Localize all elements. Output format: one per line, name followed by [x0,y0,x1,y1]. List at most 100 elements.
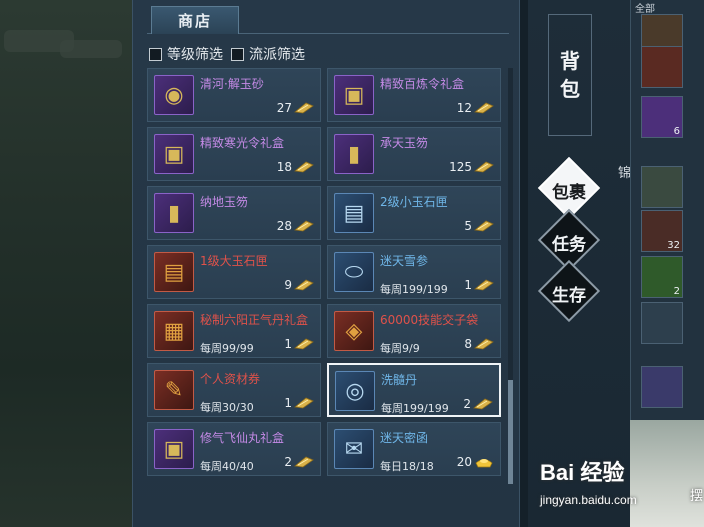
tab-package[interactable]: 包裹 [539,178,599,203]
gold-feather-icon [474,161,494,173]
shop-item[interactable]: ⬭ 迷天雪参 每周199/199 1 [327,245,501,299]
item-price: 28 [276,219,292,233]
jade-tablet-icon: ▮ [334,134,374,174]
item-price: 20 [456,455,472,469]
gold-feather-icon [474,220,494,232]
bag-title: 背 包 [548,14,592,136]
level-filter-label: 等级筛选 [167,47,223,63]
shop-item[interactable]: ◉ 清河·解玉砂 27 [147,68,321,122]
item-price: 9 [284,278,292,292]
item-name: 迷天密函 [380,431,429,445]
shop-item[interactable]: ▣ 精致百炼令礼盒 12 [327,68,501,122]
gift-box-glyph: ▣ [163,141,185,167]
jade-chest-glyph: ▤ [343,200,365,226]
item-purchase-limit: 每周9/9 [380,342,420,355]
item-name: 迷天雪参 [380,254,429,268]
inventory-slot[interactable] [641,366,683,408]
school-filter-checkbox[interactable]: 流派筛选 [231,44,305,64]
jade-chest-glyph: ▤ [163,259,185,285]
shop-item[interactable]: ◎ 洗髓丹 每周199/199 2 [327,363,501,417]
inventory-slot[interactable] [641,46,683,88]
item-price: 2 [284,455,292,469]
money-bag-icon: ◈ [334,311,374,351]
gift-box-glyph: ▣ [163,436,185,462]
item-name: 修气飞仙丸礼盒 [200,431,285,445]
shop-item[interactable]: ✉ 迷天密函 每日18/18 20 [327,422,501,476]
gold-feather-icon [294,102,314,114]
item-price: 8 [464,337,472,351]
gold-ingot-icon [475,459,493,468]
secret-letter-icon: ✉ [334,429,374,469]
jade-sand-icon: ◉ [154,75,194,115]
gift-box-icon: ▣ [334,75,374,115]
jade-tablet-glyph: ▮ [167,200,181,226]
panel-divider [520,0,528,527]
shop-item[interactable]: ▤ 2级小玉石匣 5 [327,186,501,240]
gold-feather-icon [473,398,493,410]
item-price: 1 [284,396,292,410]
item-purchase-limit: 每周199/199 [380,283,448,296]
shop-item[interactable]: ▦ 秘制六阳正气丹礼盒 每周99/99 1 [147,304,321,358]
inventory-slot[interactable] [641,302,683,344]
scrollbar-thumb[interactable] [508,380,513,484]
shop-scrollbar[interactable] [508,68,513,484]
watermark-logo: Bai 经验 [540,460,625,485]
checkbox-box[interactable] [231,47,244,61]
item-name: 1级大玉石匣 [200,254,268,268]
shop-item[interactable]: ▤ 1级大玉石匣 9 [147,245,321,299]
school-filter-label: 流派筛选 [249,47,305,63]
item-price: 27 [276,101,292,115]
gold-feather-icon [474,279,494,291]
money-bag-glyph: ◈ [345,318,363,344]
pill-box-glyph: ▦ [163,318,185,344]
slot-count: 6 [673,126,680,137]
tab-quest[interactable]: 任务 [539,230,599,255]
inventory-filter-all[interactable]: 全部 [635,0,655,15]
gold-feather-icon [294,220,314,232]
bag-title-char: 背 [560,49,580,73]
inventory-slot[interactable] [641,166,683,208]
gold-feather-icon [294,161,314,173]
item-price: 12 [456,101,472,115]
item-name: 个人资材券 [200,372,261,386]
gold-feather-icon [294,338,314,350]
item-name: 精致寒光令礼盒 [200,136,285,150]
item-purchase-limit: 每周99/99 [200,342,254,355]
shop-item-grid: ◉ 清河·解玉砂 27 ▣ 精致百炼令礼盒 12 ▣ 精致寒光令礼盒 18 ▮ 承天玉笏 125 ▮ 纳地… [147,68,505,484]
item-price: 125 [449,160,472,174]
inventory-slot[interactable]: 32 [641,210,683,252]
gold-feather-icon [294,279,314,291]
jade-tablet-glyph: ▮ [347,141,361,167]
shop-item[interactable]: ✎ 个人资材券 每周30/30 1 [147,363,321,417]
gold-feather-icon [294,456,314,468]
jade-tablet-icon: ▮ [154,193,194,233]
item-name: 洗髓丹 [381,373,418,387]
pill-orb-glyph: ◎ [345,378,365,404]
level-filter-checkbox[interactable]: 等级筛选 [149,44,223,64]
jade-sand-glyph: ◉ [164,82,184,108]
checkbox-box[interactable] [149,47,162,61]
item-name: 2级小玉石匣 [380,195,448,209]
item-price: 2 [463,397,471,411]
gift-box-icon: ▣ [154,429,194,469]
gold-feather-icon [474,338,494,350]
shop-item[interactable]: ▣ 精致寒光令礼盒 18 [147,127,321,181]
jade-chest-icon: ▤ [154,252,194,292]
inventory-slot[interactable]: 6 [641,96,683,138]
item-name: 承天玉笏 [380,136,429,150]
item-purchase-limit: 每周30/30 [200,401,254,414]
shop-item[interactable]: ▮ 承天玉笏 125 [327,127,501,181]
gift-box-glyph: ▣ [343,82,365,108]
item-price: 1 [284,337,292,351]
slot-count: 2 [673,286,680,297]
gift-box-icon: ▣ [154,134,194,174]
ginseng-jar-icon: ⬭ [334,252,374,292]
shop-item[interactable]: ◈ 60000技能交子袋 每周9/9 8 [327,304,501,358]
pill-box-icon: ▦ [154,311,194,351]
tab-shop[interactable]: 商店 [151,6,239,34]
shop-item[interactable]: ▣ 修气飞仙丸礼盒 每周40/40 2 [147,422,321,476]
inventory-slot[interactable]: 2 [641,256,683,298]
tab-survival[interactable]: 生存 [539,281,599,306]
watermark-tail: 摆 [690,489,704,504]
shop-item[interactable]: ▮ 纳地玉笏 28 [147,186,321,240]
